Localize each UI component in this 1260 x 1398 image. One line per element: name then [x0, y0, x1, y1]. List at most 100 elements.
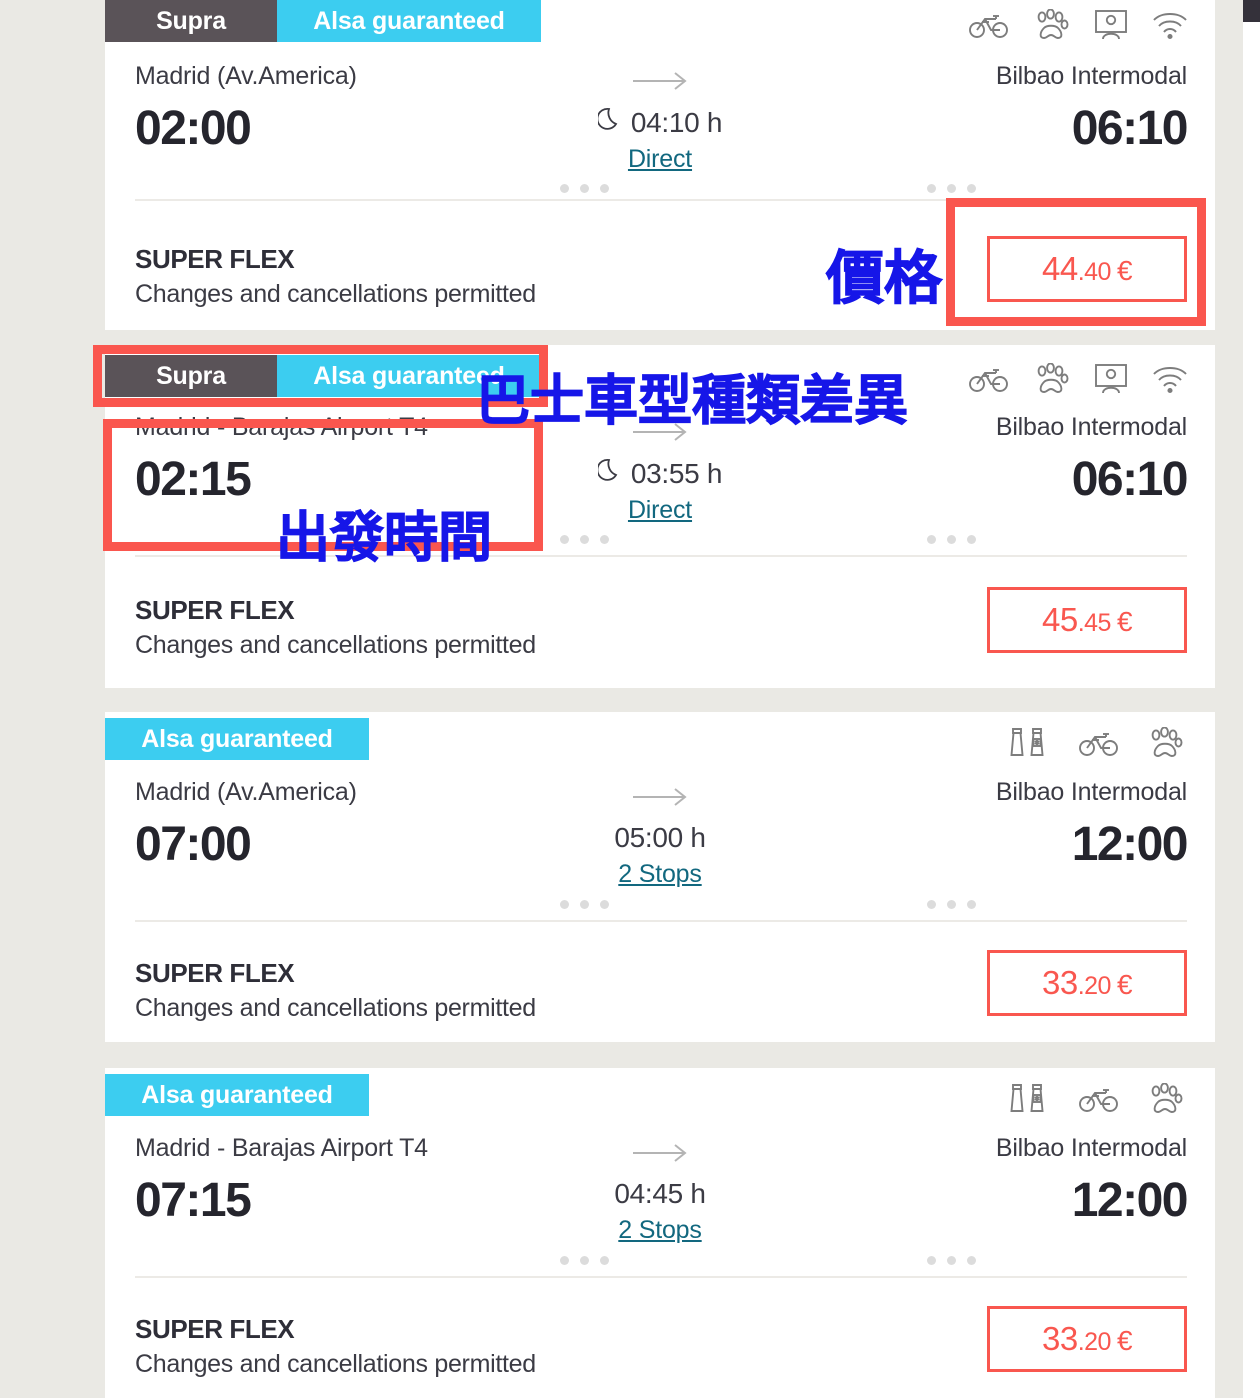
- arrival-time: 12:00: [1071, 818, 1189, 871]
- price-currency: €: [1116, 606, 1133, 637]
- direction-arrow-icon: [631, 782, 689, 812]
- result-card[interactable]: Supra Alsa guaranteed Madrid - Barajas A…: [105, 345, 1215, 688]
- price-value: 44.40 €: [1041, 250, 1133, 288]
- destination-block: Bilbao Intermodal 12:00: [995, 1134, 1189, 1225]
- stops-link[interactable]: Direct: [628, 496, 692, 525]
- paw-icon: [1145, 1083, 1185, 1115]
- card-divider: [135, 1276, 1187, 1278]
- destination-name: Bilbao Intermodal: [995, 1134, 1187, 1162]
- price-button[interactable]: 33.20 €: [987, 950, 1187, 1016]
- route-dots-left: [560, 1256, 609, 1265]
- route-dots-right: [927, 535, 976, 544]
- destination-name: Bilbao Intermodal: [995, 62, 1187, 90]
- bicycle-icon: [1079, 1084, 1119, 1114]
- route-dots-left: [560, 184, 609, 193]
- journey-row: Madrid (Av.America) 07:00 05:00 h 2 Stop…: [105, 768, 1215, 916]
- price-currency: €: [1116, 969, 1133, 1000]
- result-card[interactable]: Alsa guaranteed Madrid - Barajas Airport…: [105, 1068, 1215, 1398]
- badge-alsa-guaranteed[interactable]: Alsa guaranteed: [105, 1074, 369, 1116]
- price-minor: .40: [1077, 258, 1112, 286]
- amenities-list: [969, 363, 1189, 395]
- fare-info: SUPER FLEX Changes and cancellations per…: [135, 958, 536, 1023]
- arrival-time: 06:10: [1071, 102, 1189, 155]
- price-value: 33.20 €: [1041, 964, 1133, 1002]
- price-major: 33: [1041, 964, 1078, 1001]
- paw-icon: [1031, 9, 1071, 41]
- price-major: 45: [1041, 601, 1078, 638]
- price-major: 44: [1041, 250, 1078, 287]
- moon-icon: [596, 106, 622, 139]
- fare-name: SUPER FLEX: [135, 244, 295, 274]
- badge-row: Alsa guaranteed: [105, 712, 1215, 768]
- fare-row: SUPER FLEX Changes and cancellations per…: [105, 222, 1215, 332]
- fare-row: SUPER FLEX Changes and cancellations per…: [105, 936, 1215, 1046]
- duration-block: 04:45 h: [614, 1178, 706, 1210]
- price-button[interactable]: 45.45 €: [987, 587, 1187, 653]
- bicycle-icon: [969, 10, 1009, 40]
- fare-description: Changes and cancellations permitted: [135, 631, 536, 659]
- route-dots-left: [560, 535, 609, 544]
- duration-block: 05:00 h: [614, 822, 706, 854]
- price-value: 33.20 €: [1041, 1320, 1133, 1358]
- fare-name: SUPER FLEX: [135, 958, 295, 988]
- fare-name: SUPER FLEX: [135, 595, 295, 625]
- price-major: 33: [1041, 1320, 1078, 1357]
- screen-icon: [1093, 363, 1129, 395]
- fare-description: Changes and cancellations permitted: [135, 1350, 536, 1378]
- wifi-icon: [1151, 10, 1189, 40]
- price-currency: €: [1116, 1325, 1133, 1356]
- fare-info: SUPER FLEX Changes and cancellations per…: [135, 595, 536, 660]
- stops-link[interactable]: 2 Stops: [618, 860, 702, 889]
- bicycle-icon: [1079, 728, 1119, 758]
- duration-text: 03:55 h: [630, 457, 723, 489]
- route-dots-right: [927, 184, 976, 193]
- duration-block: 04:10 h: [596, 106, 723, 139]
- badge-alsa-guaranteed[interactable]: Alsa guaranteed: [277, 0, 541, 42]
- badge-row: Supra Alsa guaranteed: [105, 0, 1215, 52]
- luggage-icon: [1009, 1082, 1053, 1116]
- amenities-list: [969, 9, 1189, 41]
- badge-alsa-guaranteed[interactable]: Alsa guaranteed: [105, 718, 369, 760]
- badge-alsa-guaranteed[interactable]: Alsa guaranteed: [277, 355, 541, 397]
- price-value: 45.45 €: [1041, 601, 1133, 639]
- price-button[interactable]: 33.20 €: [987, 1306, 1187, 1372]
- luggage-icon: [1009, 726, 1053, 760]
- route-dots-left: [560, 900, 609, 909]
- amenities-list: [1009, 1082, 1185, 1116]
- route-dots-right: [927, 1256, 976, 1265]
- journey-row: Madrid (Av.America) 02:00 04:10 h Direct…: [105, 52, 1215, 200]
- fare-row: SUPER FLEX Changes and cancellations per…: [105, 573, 1215, 683]
- results-page: Supra Alsa guaranteed Madrid (Av.America…: [0, 0, 1260, 1398]
- arrival-time: 06:10: [1071, 453, 1189, 506]
- scrollbar-track[interactable]: [1243, 22, 1260, 1398]
- duration-text: 04:10 h: [630, 106, 723, 138]
- journey-row: Madrid - Barajas Airport T4 02:15 03:55 …: [105, 403, 1215, 551]
- fare-description: Changes and cancellations permitted: [135, 280, 536, 308]
- fare-name: SUPER FLEX: [135, 1314, 295, 1344]
- fare-description: Changes and cancellations permitted: [135, 994, 536, 1022]
- route-dots-right: [927, 900, 976, 909]
- amenities-list: [1009, 726, 1185, 760]
- stops-link[interactable]: 2 Stops: [618, 1216, 702, 1245]
- paw-icon: [1145, 727, 1185, 759]
- direction-arrow-icon: [631, 66, 689, 96]
- price-button[interactable]: 44.40 €: [987, 236, 1187, 302]
- destination-block: Bilbao Intermodal 06:10: [995, 62, 1189, 155]
- stops-link[interactable]: Direct: [628, 145, 692, 174]
- destination-name: Bilbao Intermodal: [995, 413, 1187, 441]
- fare-info: SUPER FLEX Changes and cancellations per…: [135, 244, 536, 309]
- result-card[interactable]: Alsa guaranteed Madrid (Av.America) 07:0…: [105, 712, 1215, 1042]
- price-minor: .45: [1077, 609, 1112, 637]
- price-minor: .20: [1077, 972, 1112, 1000]
- badge-supra[interactable]: Supra: [105, 0, 277, 42]
- scrollbar-thumb[interactable]: [1243, 0, 1260, 22]
- duration-text: 05:00 h: [614, 822, 706, 853]
- moon-icon: [596, 457, 622, 490]
- paw-icon: [1031, 363, 1071, 395]
- badge-supra[interactable]: Supra: [105, 355, 277, 397]
- direction-arrow-icon: [631, 1138, 689, 1168]
- duration-text: 04:45 h: [614, 1178, 706, 1209]
- screen-icon: [1093, 9, 1129, 41]
- price-currency: €: [1116, 255, 1133, 286]
- result-card[interactable]: Supra Alsa guaranteed Madrid (Av.America…: [105, 0, 1215, 330]
